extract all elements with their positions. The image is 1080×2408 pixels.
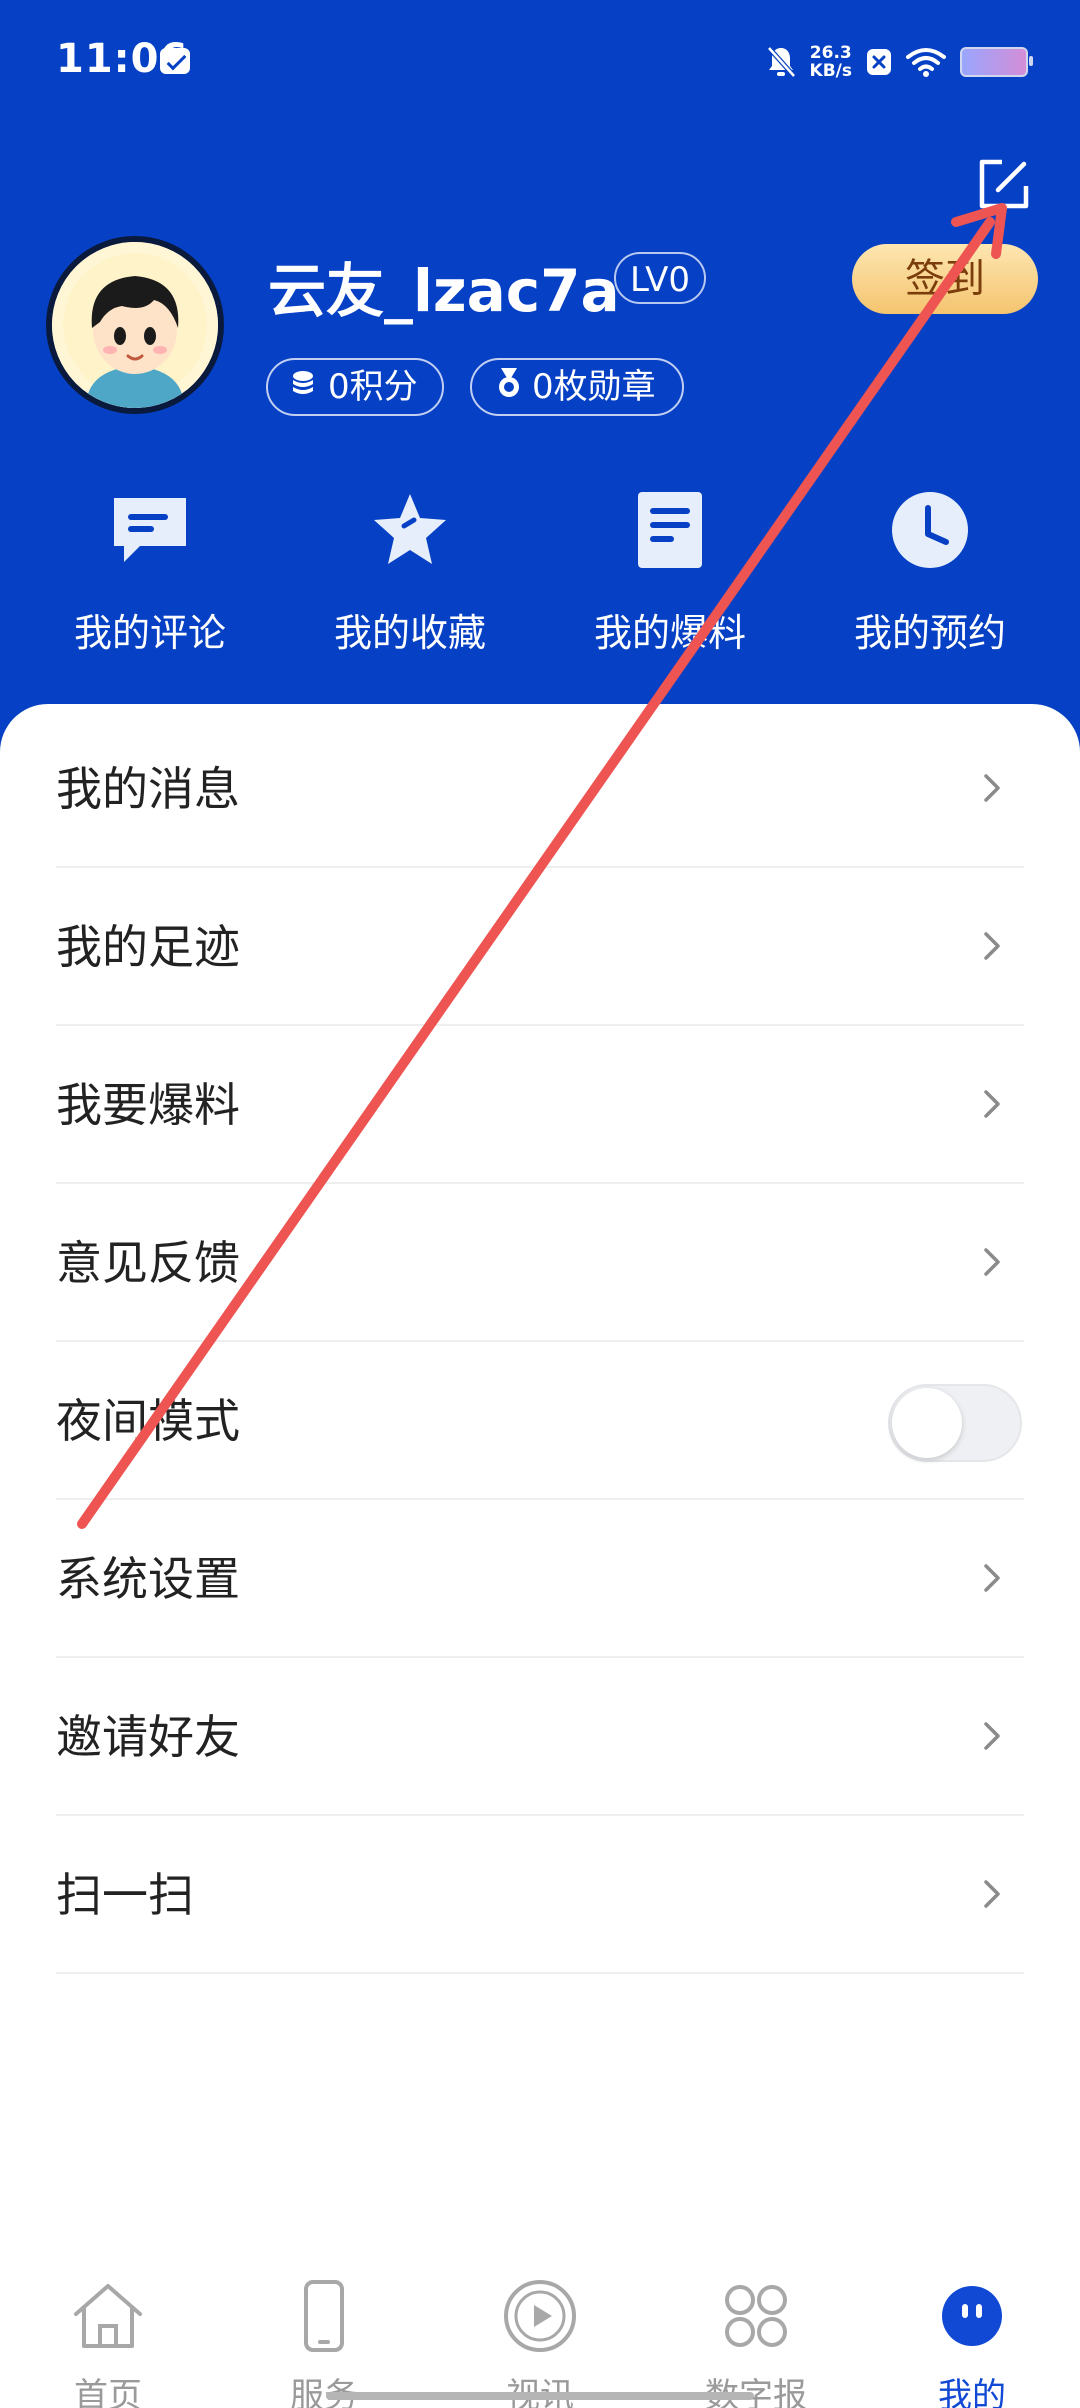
points-label: 0积分	[328, 367, 418, 407]
menu-item-label: 我的足迹	[56, 920, 240, 974]
quick-action-label: 我的爆料	[593, 611, 746, 655]
close-box-icon	[866, 48, 892, 76]
nav-tab-video[interactable]: 视讯	[432, 2256, 648, 2408]
edit-profile-icon[interactable]	[976, 156, 1032, 212]
chevron-right-icon	[984, 1564, 1000, 1592]
profile-face-icon	[932, 2276, 1012, 2356]
nav-label: 数字报	[705, 2376, 807, 2408]
medal-icon	[494, 360, 524, 414]
profile-screen: 11:06 26.3 KB/s 云友_lzac7a LV0 签到 0积分 0枚勋…	[0, 0, 1080, 2408]
nav-tab-services[interactable]: 服务	[216, 2256, 432, 2408]
quick-action-appointments[interactable]: 我的预约	[820, 490, 1040, 660]
nav-label: 视讯	[432, 2368, 648, 2408]
chevron-right-icon	[984, 932, 1000, 960]
battery-icon	[960, 47, 1033, 77]
network-speed: 26.3 KB/s	[810, 44, 852, 80]
night-mode-toggle[interactable]	[888, 1384, 1022, 1462]
clock-icon	[890, 490, 970, 570]
quick-action-comments[interactable]: 我的评论	[40, 490, 260, 660]
chevron-right-icon	[984, 1090, 1000, 1118]
star-icon	[370, 490, 450, 570]
quick-action-favorites[interactable]: 我的收藏	[300, 490, 520, 660]
play-icon	[500, 2276, 580, 2356]
menu-item-label: 扫一扫	[56, 1868, 194, 1922]
nav-tab-mine[interactable]: 我的	[864, 2256, 1080, 2408]
coins-icon	[290, 360, 320, 414]
menu-item-footprints[interactable]: 我的足迹	[56, 868, 1024, 1026]
avatar[interactable]	[46, 236, 224, 414]
nav-tab-home[interactable]: 首页	[0, 2256, 216, 2408]
status-icons: 26.3 KB/s	[766, 40, 1033, 84]
quick-action-reports[interactable]: 我的爆料	[560, 490, 780, 660]
quick-actions: 我的评论 我的收藏 我的爆料 我的预约	[0, 490, 1080, 660]
network-speed-unit: KB/s	[809, 61, 852, 81]
menu-item-invite-friends[interactable]: 邀请好友	[56, 1658, 1024, 1816]
menu-item-settings[interactable]: 系统设置	[56, 1500, 1024, 1658]
status-bar: 11:06 26.3 KB/s	[0, 0, 1080, 120]
checkin-button[interactable]: 签到	[852, 244, 1038, 314]
menu-item-messages[interactable]: 我的消息	[56, 710, 1024, 868]
home-icon	[68, 2276, 148, 2356]
mail-icon	[160, 48, 190, 74]
menu-item-label: 我的消息	[56, 762, 240, 816]
document-icon	[630, 490, 710, 570]
level-badge: LV0	[614, 252, 706, 304]
comment-icon	[110, 490, 190, 570]
nav-label: 首页	[74, 2376, 142, 2408]
menu-item-label: 我要爆料	[56, 1078, 240, 1132]
quick-action-label: 我的收藏	[333, 611, 486, 655]
menu-item-label: 系统设置	[56, 1552, 240, 1606]
menu-item-feedback[interactable]: 意见反馈	[56, 1184, 1024, 1342]
chevron-right-icon	[984, 1248, 1000, 1276]
menu-item-label: 邀请好友	[56, 1710, 240, 1764]
username: 云友_lzac7a	[268, 257, 620, 325]
menu-item-submit-tip[interactable]: 我要爆料	[56, 1026, 1024, 1184]
nav-label: 我的	[938, 2376, 1006, 2408]
points-pill[interactable]: 0积分	[266, 358, 444, 416]
network-speed-value: 26.3	[809, 43, 852, 63]
chevron-right-icon	[984, 774, 1000, 802]
nav-label: 服务	[290, 2376, 358, 2408]
menu-item-label: 夜间模式	[56, 1394, 240, 1448]
bottom-nav: 首页 服务 视讯	[0, 2236, 1080, 2408]
quick-action-label: 我的预约	[853, 611, 1006, 655]
mute-icon	[766, 45, 796, 79]
home-indicator	[326, 2392, 754, 2400]
menu-item-scan[interactable]: 扫一扫	[56, 1816, 1024, 1974]
medals-pill[interactable]: 0枚勋章	[470, 358, 684, 416]
wifi-icon	[906, 47, 946, 77]
phone-icon	[284, 2276, 364, 2356]
toggle-knob	[892, 1388, 962, 1458]
chevron-right-icon	[984, 1880, 1000, 1908]
medals-label: 0枚勋章	[532, 367, 656, 407]
chevron-right-icon	[984, 1722, 1000, 1750]
menu-item-label: 意见反馈	[56, 1236, 240, 1290]
quick-action-label: 我的评论	[73, 611, 226, 655]
menu-card: 我的消息 我的足迹 我要爆料 意见反馈 夜间模式 系统设置 邀请好友 扫一扫	[0, 704, 1080, 2244]
nav-tab-digital-paper[interactable]: 数字报	[648, 2256, 864, 2408]
menu-item-night-mode: 夜间模式	[56, 1342, 1024, 1500]
grid-icon	[716, 2276, 796, 2356]
